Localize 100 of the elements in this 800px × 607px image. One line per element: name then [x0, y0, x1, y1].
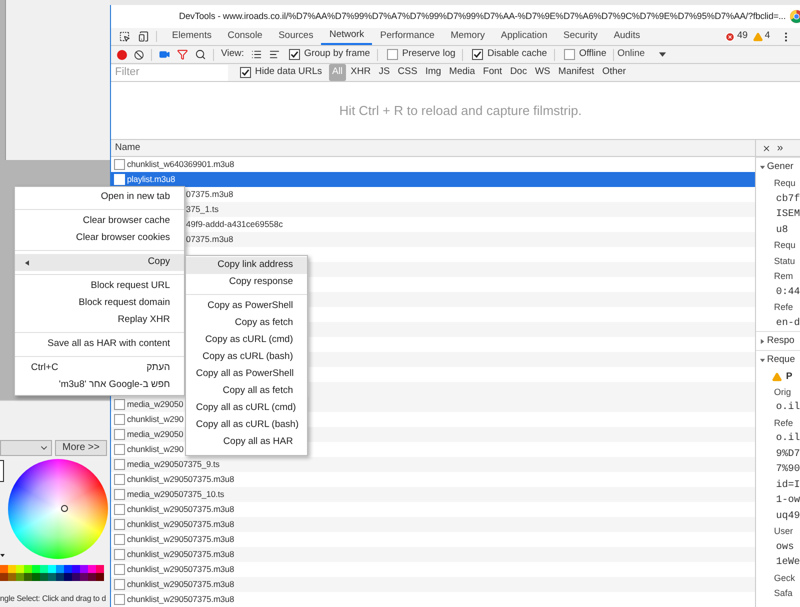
menu-item[interactable]: Clear browser cache: [15, 213, 184, 230]
request-name[interactable]: 49f9-addd-a431ce69558c: [186, 218, 283, 231]
menu-item[interactable]: Save all as HAR with content: [15, 336, 184, 353]
menu-item[interactable]: Copy all as fetch: [186, 383, 307, 400]
menu-item[interactable]: Copy link address: [186, 257, 307, 274]
type-filter[interactable]: XHR: [348, 64, 374, 81]
type-filter[interactable]: CSS: [394, 64, 420, 81]
request-row[interactable]: 375_1.ts: [186, 202, 755, 217]
type-filter[interactable]: Doc: [507, 64, 530, 81]
checkbox[interactable]: [114, 159, 125, 170]
menu-item[interactable]: Block request URL: [15, 278, 184, 295]
request-row[interactable]: media_w290507375_10.ts: [111, 487, 755, 502]
checkbox[interactable]: [289, 49, 300, 60]
type-filter[interactable]: Other: [599, 64, 629, 81]
request-name[interactable]: media_w29050: [127, 428, 184, 441]
request-name[interactable]: chunklist_w290507375.m3u8: [127, 518, 234, 531]
request-name[interactable]: chunklist_w290507375.m3u8: [127, 548, 234, 561]
device-icon[interactable]: [138, 31, 149, 42]
tab[interactable]: Audits: [606, 28, 648, 45]
request-name[interactable]: 07375.m3u8: [186, 233, 234, 246]
more-button[interactable]: More >>: [55, 440, 107, 456]
request-row[interactable]: 07375.m3u8: [186, 232, 755, 247]
close-icon[interactable]: [762, 144, 771, 152]
menu-item[interactable]: Replay XHR: [15, 312, 184, 329]
expand-triangle-icon[interactable]: [760, 338, 765, 344]
option-label[interactable]: Group by frame: [304, 47, 370, 62]
menu-item[interactable]: Copy as PowerShell: [186, 298, 307, 315]
checkbox[interactable]: [472, 49, 484, 60]
checkbox[interactable]: [114, 534, 125, 545]
type-filter[interactable]: Manifest: [555, 64, 598, 81]
checkbox[interactable]: [114, 429, 125, 440]
option-label[interactable]: Disable cache: [487, 47, 548, 62]
tab[interactable]: Memory: [442, 28, 493, 45]
section-header[interactable]: Gener: [756, 157, 800, 176]
warning-count[interactable]: 4: [764, 29, 770, 44]
checkbox[interactable]: [114, 399, 125, 410]
throttle-dropdown[interactable]: Online: [617, 47, 672, 62]
checkbox[interactable]: [114, 444, 125, 455]
request-name[interactable]: chunklist_w640369901.m3u8: [127, 158, 234, 171]
type-filter[interactable]: JS: [376, 64, 393, 81]
checkbox[interactable]: [114, 519, 125, 530]
tab[interactable]: Elements: [164, 28, 220, 45]
request-row[interactable]: chunklist_w290507375.m3u8: [111, 517, 755, 532]
request-row[interactable]: playlist.m3u8: [111, 172, 755, 187]
request-name[interactable]: playlist.m3u8: [127, 173, 176, 186]
checkbox[interactable]: [564, 49, 576, 60]
menu-item[interactable]: חפש ב-Google אחר 'm3u8': [15, 377, 184, 394]
checkbox[interactable]: [114, 414, 125, 425]
type-filter[interactable]: WS: [532, 64, 554, 81]
request-name[interactable]: chunklist_w290507375.m3u8: [127, 503, 234, 516]
checkbox[interactable]: [387, 49, 398, 60]
filter-field[interactable]: Filter: [111, 64, 228, 80]
request-name[interactable]: chunklist_w290507375.m3u8: [127, 593, 234, 606]
request-name[interactable]: 375_1.ts: [186, 203, 219, 216]
checkbox[interactable]: [114, 489, 125, 500]
waterfall-view-icon[interactable]: [269, 49, 280, 60]
checkbox[interactable]: [240, 67, 251, 78]
checkbox[interactable]: [114, 474, 125, 485]
request-name[interactable]: 07375.m3u8: [186, 188, 234, 201]
request-name[interactable]: media_w29050: [127, 398, 184, 411]
request-name[interactable]: media_w290507375_9.ts: [127, 458, 220, 471]
request-name[interactable]: chunklist_w290507375.m3u8: [127, 578, 234, 591]
request-row[interactable]: media_w290507375_9.ts: [111, 457, 755, 472]
menu-item[interactable]: Copy response: [186, 274, 307, 291]
type-filter[interactable]: Img: [422, 64, 444, 81]
tab[interactable]: Application: [492, 28, 556, 45]
tab[interactable]: Security: [555, 28, 606, 45]
request-row[interactable]: chunklist_w290507375.m3u8: [111, 547, 755, 562]
menu-item[interactable]: Block request domain: [15, 295, 184, 312]
request-name[interactable]: chunklist_w290: [127, 443, 184, 456]
type-filter[interactable]: Media: [446, 64, 478, 81]
request-name[interactable]: chunklist_w290507375.m3u8: [127, 563, 234, 576]
option-label[interactable]: Preserve log: [402, 47, 456, 62]
request-name[interactable]: chunklist_w290507375.m3u8: [127, 533, 234, 546]
search-icon[interactable]: [195, 49, 206, 60]
more-tabs-icon[interactable]: »: [777, 142, 784, 154]
request-row[interactable]: chunklist_w290507375.m3u8: [111, 577, 755, 592]
checkbox[interactable]: [114, 564, 125, 575]
menu-item[interactable]: Open in new tab: [15, 189, 184, 206]
column-header[interactable]: Name: [115, 140, 140, 156]
menu-item[interactable]: Copy as cURL (bash): [186, 349, 307, 366]
option-label[interactable]: Offline: [579, 47, 606, 62]
checkbox[interactable]: [114, 504, 125, 515]
clear-icon[interactable]: [134, 50, 144, 60]
type-filter[interactable]: Font: [480, 64, 506, 81]
request-name[interactable]: media_w290507375_10.ts: [127, 488, 224, 501]
request-name[interactable]: chunklist_w290507375.m3u8: [127, 473, 234, 486]
section-header[interactable]: Reque: [756, 350, 800, 369]
tab[interactable]: Sources: [270, 28, 322, 45]
checkbox[interactable]: [114, 549, 125, 560]
menu-item[interactable]: Copy as fetch: [186, 315, 307, 332]
filter-icon[interactable]: [177, 49, 188, 60]
request-name[interactable]: chunklist_w290: [127, 413, 184, 426]
checkbox[interactable]: [114, 459, 125, 470]
menu-item[interactable]: Copy: [15, 254, 184, 271]
error-count[interactable]: 49: [737, 29, 748, 44]
menu-item[interactable]: Copy as cURL (cmd): [186, 332, 307, 349]
expand-triangle-icon[interactable]: [760, 164, 765, 170]
menu-item[interactable]: Clear browser cookies: [15, 230, 184, 247]
tab[interactable]: Console: [220, 28, 270, 45]
